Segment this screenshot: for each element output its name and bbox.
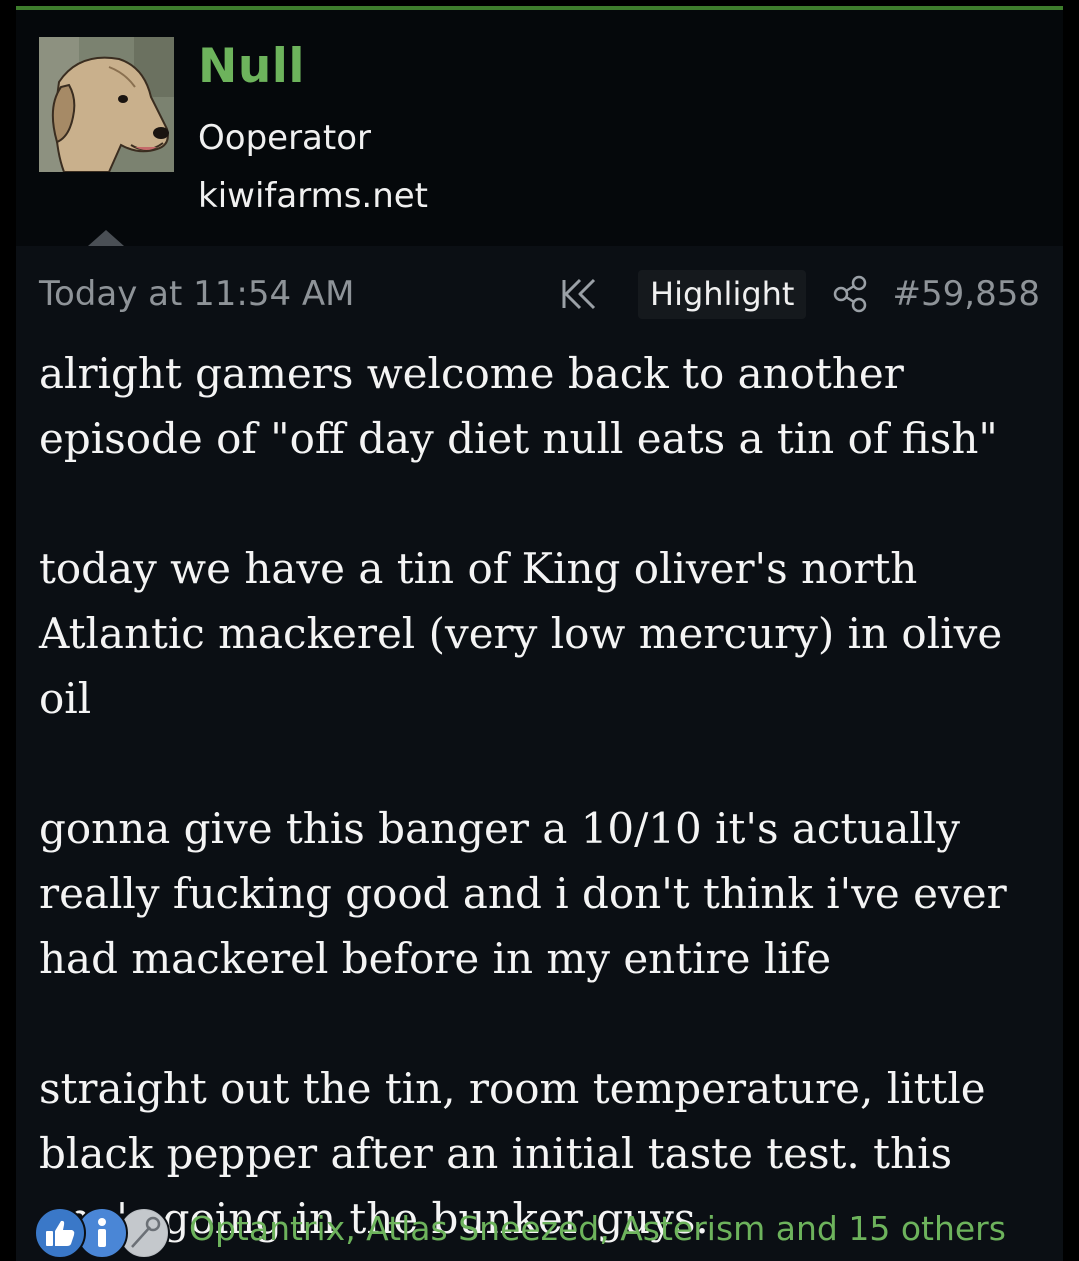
post-paragraph: today we have a tin of King oliver's nor… — [39, 544, 1003, 723]
post-paragraph: gonna give this banger a 10/10 it's actu… — [39, 804, 1007, 983]
username[interactable]: Null — [198, 39, 305, 94]
post-body: alright gamers welcome back to another e… — [39, 341, 1049, 1251]
post-timestamp[interactable]: Today at 11:54 AM — [39, 274, 355, 315]
user-block: Null Ooperator kiwifarms.net — [16, 10, 1063, 246]
post-meta-bar: Today at 11:54 AM Highlight #59,858 — [16, 262, 1063, 324]
thumbs-up-icon — [34, 1207, 86, 1259]
post-number-link[interactable]: #59,858 — [893, 274, 1040, 315]
user-site: kiwifarms.net — [198, 176, 429, 216]
reaction-users-link[interactable]: Optantrix, Atlas Sneezed, Asterism and 1… — [189, 1209, 1006, 1249]
post-paragraph: alright gamers welcome back to another e… — [39, 349, 998, 463]
forum-post: Null Ooperator kiwifarms.net Today at 11… — [16, 6, 1063, 1261]
highlight-button[interactable]: Highlight — [638, 270, 807, 319]
user-title: Ooperator — [198, 118, 371, 158]
user-block-pointer-icon — [88, 230, 124, 246]
rewind-icon[interactable] — [560, 276, 602, 312]
reaction-icons[interactable] — [34, 1203, 174, 1261]
reactions-bar: Optantrix, Atlas Sneezed, Asterism and 1… — [34, 1203, 1054, 1261]
dog-avatar-icon — [39, 37, 174, 172]
avatar[interactable] — [39, 37, 174, 172]
screen: Null Ooperator kiwifarms.net Today at 11… — [0, 0, 1079, 1261]
share-icon[interactable] — [832, 274, 868, 314]
